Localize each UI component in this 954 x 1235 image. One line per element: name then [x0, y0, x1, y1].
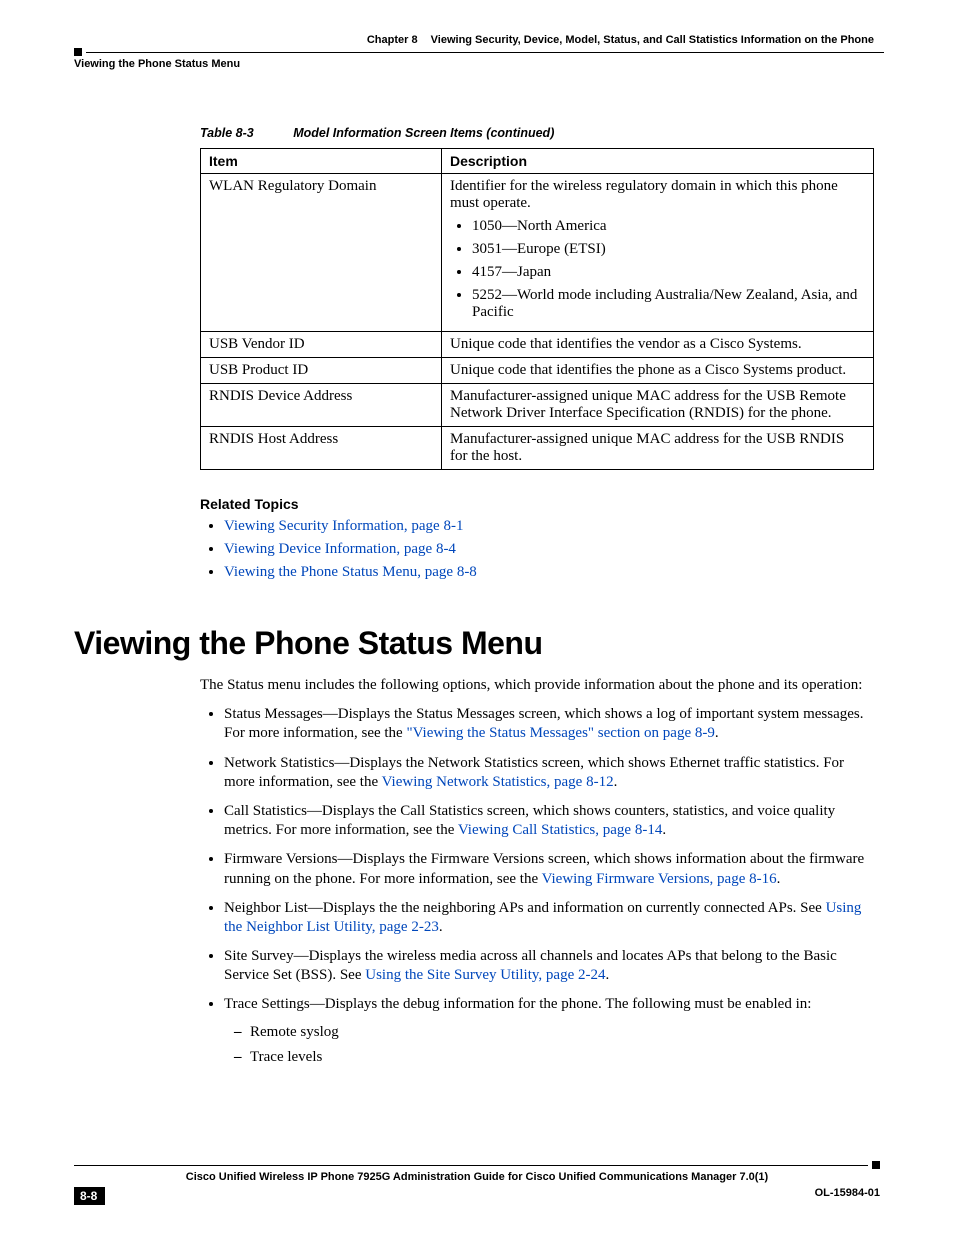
document-number: OL-15984-01: [815, 1187, 880, 1199]
list-item: Remote syslog: [250, 1023, 874, 1042]
item-text: .: [614, 774, 618, 790]
cell-item: RNDIS Host Address: [201, 427, 442, 470]
cell-description: Unique code that identifies the phone as…: [442, 358, 874, 384]
related-topics-heading: Related Topics: [200, 496, 874, 512]
table-caption: Table 8-3 Model Information Screen Items…: [200, 126, 874, 140]
status-menu-list: Status Messages—Displays the Status Mess…: [200, 705, 874, 1067]
list-item: Firmware Versions—Displays the Firmware …: [224, 850, 874, 888]
cell-description: Unique code that identifies the vendor a…: [442, 332, 874, 358]
table-row: WLAN Regulatory Domain Identifier for th…: [201, 174, 874, 332]
table-number: Table 8-3: [200, 126, 254, 140]
table-row: USB Product ID Unique code that identifi…: [201, 358, 874, 384]
page-footer: Cisco Unified Wireless IP Phone 7925G Ad…: [74, 1161, 880, 1205]
xref-link[interactable]: Viewing Firmware Versions, page 8-16: [542, 871, 777, 887]
list-item: Site Survey—Displays the wireless media …: [224, 947, 874, 985]
cell-description: Identifier for the wireless regulatory d…: [442, 174, 874, 332]
running-section-title: Viewing the Phone Status Menu: [74, 58, 880, 70]
col-header-item: Item: [201, 149, 442, 174]
list-item: Viewing the Phone Status Menu, page 8-8: [224, 564, 874, 581]
list-item: Neighbor List—Displays the the neighbori…: [224, 899, 874, 937]
model-info-table: Item Description WLAN Regulatory Domain …: [200, 148, 874, 470]
item-text: .: [715, 725, 719, 741]
body-text: The Status menu includes the following o…: [200, 676, 874, 695]
header-ornament-icon: [74, 48, 82, 56]
footer-rule: [74, 1165, 868, 1166]
table-row: USB Vendor ID Unique code that identifie…: [201, 332, 874, 358]
list-item: Status Messages—Displays the Status Mess…: [224, 705, 874, 743]
book-title: Cisco Unified Wireless IP Phone 7925G Ad…: [74, 1171, 880, 1183]
cell-list: 1050—North America 3051—Europe (ETSI) 41…: [450, 218, 865, 321]
item-text: .: [662, 822, 666, 838]
list-item: Network Statistics—Displays the Network …: [224, 754, 874, 792]
chapter-title: Viewing Security, Device, Model, Status,…: [431, 34, 874, 46]
xref-link[interactable]: Viewing Call Statistics, page 8-14: [458, 822, 663, 838]
header-rule: [86, 52, 884, 53]
page-number: 8-8: [74, 1187, 105, 1205]
list-item: Call Statistics—Displays the Call Statis…: [224, 802, 874, 840]
table-row: RNDIS Host Address Manufacturer-assigned…: [201, 427, 874, 470]
item-text: Neighbor List—Displays the the neighbori…: [224, 900, 826, 916]
item-text: .: [439, 919, 443, 935]
cell-description: Manufacturer-assigned unique MAC address…: [442, 384, 874, 427]
cell-item: USB Product ID: [201, 358, 442, 384]
footer-ornament-icon: [872, 1161, 880, 1169]
table-row: RNDIS Device Address Manufacturer-assign…: [201, 384, 874, 427]
xref-link[interactable]: Viewing Network Statistics, page 8-12: [382, 774, 614, 790]
item-text: .: [605, 967, 609, 983]
list-item: Trace levels: [250, 1048, 874, 1067]
cell-item: RNDIS Device Address: [201, 384, 442, 427]
list-item: Trace Settings—Displays the debug inform…: [224, 995, 874, 1067]
item-text: .: [777, 871, 781, 887]
xref-link[interactable]: Viewing Device Information, page 8-4: [224, 541, 456, 557]
section-heading: Viewing the Phone Status Menu: [74, 625, 874, 662]
list-item: 1050—North America: [472, 218, 865, 235]
xref-link[interactable]: Using the Site Survey Utility, page 2-24: [365, 967, 605, 983]
table-title: Model Information Screen Items (continue…: [293, 126, 554, 140]
list-item: 3051—Europe (ETSI): [472, 241, 865, 258]
cell-description: Manufacturer-assigned unique MAC address…: [442, 427, 874, 470]
cell-item: WLAN Regulatory Domain: [201, 174, 442, 332]
list-item: 5252—World mode including Australia/New …: [472, 287, 865, 321]
item-text: Trace Settings—Displays the debug inform…: [224, 996, 811, 1012]
col-header-description: Description: [442, 149, 874, 174]
running-header: Chapter 8 Viewing Security, Device, Mode…: [74, 34, 880, 70]
chapter-label: Chapter 8: [367, 34, 418, 46]
xref-link[interactable]: "Viewing the Status Messages" section on…: [406, 725, 714, 741]
list-item: 4157—Japan: [472, 264, 865, 281]
xref-link[interactable]: Viewing Security Information, page 8-1: [224, 518, 463, 534]
list-item: Viewing Security Information, page 8-1: [224, 518, 874, 535]
list-item: Viewing Device Information, page 8-4: [224, 541, 874, 558]
related-topics-list: Viewing Security Information, page 8-1 V…: [200, 518, 874, 581]
cell-item: USB Vendor ID: [201, 332, 442, 358]
sub-list: Remote syslog Trace levels: [224, 1023, 874, 1067]
cell-text: Identifier for the wireless regulatory d…: [450, 178, 865, 212]
xref-link[interactable]: Viewing the Phone Status Menu, page 8-8: [224, 564, 477, 580]
